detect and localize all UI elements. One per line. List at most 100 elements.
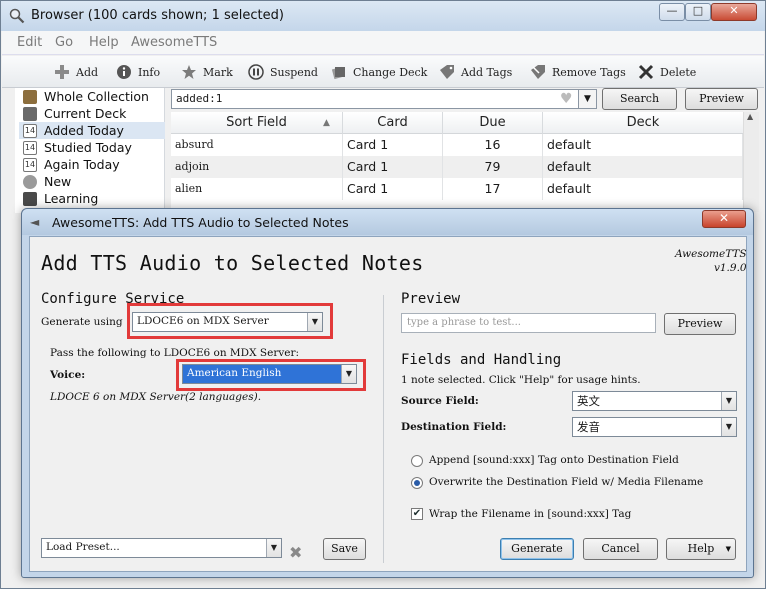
column-header-card[interactable]: Card [343, 112, 443, 134]
tag-add-icon [440, 65, 454, 79]
table-row[interactable]: alien Card 1 17 default [171, 178, 743, 200]
menu-help[interactable]: Help [89, 35, 119, 50]
sidebar-item-studied-today[interactable]: 14 Studied Today [23, 139, 132, 156]
column-header-deck[interactable]: Deck [543, 112, 743, 134]
source-field-select[interactable]: 英文 ▼ [572, 391, 737, 411]
add-tags-button[interactable]: Add Tags [439, 62, 512, 82]
new-icon [23, 174, 37, 189]
cancel-button[interactable]: Cancel [583, 538, 658, 560]
preview-heading: Preview [401, 291, 461, 307]
menu-bar: Edit Go Help AwesomeTTS [2, 31, 764, 55]
table-row[interactable]: absurd Card 1 16 default [171, 134, 743, 156]
sidebar-item-new[interactable]: New [23, 173, 71, 190]
append-radio[interactable] [411, 455, 423, 467]
menu-edit[interactable]: Edit [17, 35, 42, 50]
help-button[interactable]: Help ▼ [666, 538, 736, 560]
wrap-label[interactable]: Wrap the Filename in [sound:xxx] Tag [429, 508, 631, 520]
highlight-box [127, 303, 333, 339]
sidebar-item-added-today[interactable]: 14 Added Today [19, 122, 165, 139]
window-title: Browser (100 cards shown; 1 selected) [31, 8, 284, 23]
service-note: LDOCE 6 on MDX Server(2 languages). [50, 391, 262, 403]
learning-icon [23, 191, 37, 206]
destination-field-label: Destination Field: [401, 421, 507, 433]
generate-using-label: Generate using [41, 316, 123, 328]
pause-icon [248, 64, 264, 80]
sidebar-item-current-deck[interactable]: Current Deck [23, 105, 126, 122]
overwrite-radio[interactable] [411, 477, 423, 489]
clear-preset-icon[interactable]: ✖ [289, 543, 302, 562]
table-row[interactable]: adjoin Card 1 79 default [171, 156, 743, 178]
append-label[interactable]: Append [sound:xxx] Tag onto Destination … [429, 454, 679, 466]
menu-go[interactable]: Go [55, 35, 73, 50]
sidebar-item-learning[interactable]: Learning [23, 190, 98, 207]
sidebar-item-label: Current Deck [44, 106, 127, 121]
preview-placeholder: type a phrase to test... [407, 317, 521, 328]
sidebar: Whole Collection Current Deck 14 Added T… [15, 88, 165, 213]
change-deck-button[interactable]: Change Deck [331, 62, 427, 82]
sidebar-item-whole-collection[interactable]: Whole Collection [23, 88, 149, 105]
sidebar-item-again-today[interactable]: 14 Again Today [23, 156, 120, 173]
info-icon [117, 65, 131, 79]
generate-button[interactable]: Generate [500, 538, 574, 560]
chevron-down-icon: ▼ [721, 392, 736, 410]
remove-tags-button[interactable]: Remove Tags [530, 62, 626, 82]
preview-tts-button[interactable]: Preview [664, 313, 736, 335]
dialog-body: Add TTS Audio to Selected Notes AwesomeT… [29, 236, 747, 572]
column-header-sort-field[interactable]: Sort Field ▲ [171, 112, 343, 134]
deck-icon [331, 66, 345, 80]
add-button[interactable]: Add [54, 62, 98, 82]
mark-button[interactable]: Mark [181, 62, 233, 82]
source-field-label: Source Field: [401, 395, 479, 407]
cell-deck: default [543, 178, 743, 200]
dialog-titlebar: ◄ AwesomeTTS: Add TTS Audio to Selected … [22, 209, 753, 235]
close-button[interactable]: ✕ [711, 3, 757, 21]
toolbar: Add Info Mark Suspend Change Deck Add Ta… [2, 56, 764, 88]
delete-label: Delete [660, 65, 697, 79]
wrap-checkbox[interactable]: ✔ [411, 508, 423, 520]
deck-icon [23, 106, 37, 121]
tag-remove-icon [531, 65, 545, 79]
load-preset-select[interactable]: Load Preset... ▼ [41, 538, 282, 558]
search-input[interactable]: added:1 ♥ ▼ [171, 89, 597, 109]
minimize-button[interactable]: — [659, 3, 685, 21]
add-tags-label: Add Tags [461, 65, 513, 79]
chevron-down-icon: ▼ [725, 545, 731, 553]
awesometts-dialog: ◄ AwesomeTTS: Add TTS Audio to Selected … [21, 208, 754, 578]
cell-card: Card 1 [343, 156, 443, 178]
dialog-title: AwesomeTTS: Add TTS Audio to Selected No… [52, 215, 349, 230]
sidebar-item-label: New [44, 174, 72, 189]
speaker-icon: ◄ [30, 215, 40, 229]
chevron-down-icon: ▼ [721, 418, 736, 436]
delete-button[interactable]: Delete [638, 62, 696, 82]
table-scrollbar[interactable]: ▲ [743, 112, 759, 212]
column-header-label: Sort Field [226, 115, 287, 130]
version-number: v1.9.0 [713, 262, 747, 274]
destination-field-value: 发音 [577, 420, 600, 434]
table-header: Sort Field ▲ Card Due Deck [171, 112, 743, 134]
column-header-due[interactable]: Due [443, 112, 543, 134]
calendar-icon: 14 [23, 157, 37, 172]
suspend-button[interactable]: Suspend [248, 62, 318, 82]
sidebar-item-label: Studied Today [44, 140, 132, 155]
voice-label: Voice: [50, 369, 86, 381]
sidebar-item-label: Again Today [44, 157, 120, 172]
preview-button[interactable]: Preview [685, 88, 758, 110]
delete-icon [638, 64, 654, 80]
dialog-close-button[interactable]: ✕ [702, 210, 746, 228]
cell-sort-field: adjoin [171, 156, 343, 178]
chevron-down-icon[interactable]: ▼ [578, 90, 596, 108]
suspend-label: Suspend [270, 65, 318, 79]
heart-icon[interactable]: ♥ [560, 91, 573, 107]
chevron-down-icon: ▼ [266, 539, 281, 557]
maximize-button[interactable]: □ [685, 3, 711, 21]
help-button-label: Help [687, 542, 715, 555]
save-preset-button[interactable]: Save [323, 538, 366, 560]
destination-field-select[interactable]: 发音 ▼ [572, 417, 737, 437]
info-button[interactable]: Info [116, 62, 160, 82]
search-button[interactable]: Search [602, 88, 677, 110]
mark-label: Mark [203, 65, 233, 79]
scroll-up-icon[interactable]: ▲ [747, 112, 753, 121]
overwrite-label[interactable]: Overwrite the Destination Field w/ Media… [429, 476, 703, 488]
menu-awesometts[interactable]: AwesomeTTS [131, 35, 217, 50]
preview-text-input[interactable]: type a phrase to test... [401, 313, 656, 333]
